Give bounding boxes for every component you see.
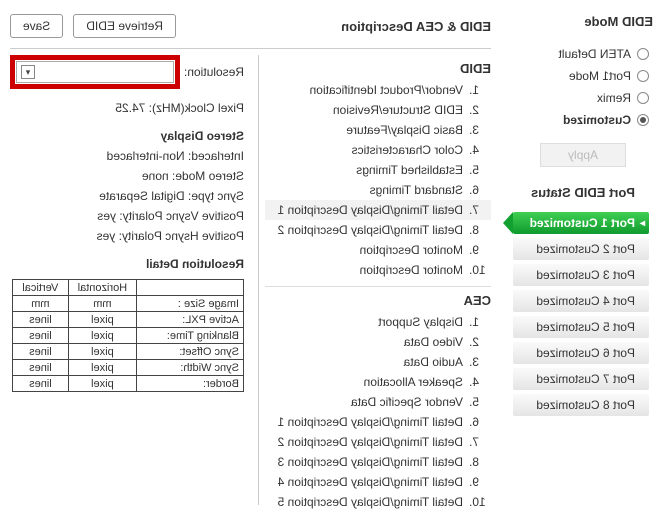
- table-row: Active PXL: pixel lines: [12, 312, 243, 328]
- cea-item[interactable]: 10.Detail Timing/Display Description 5: [265, 492, 491, 511]
- edid-item-label: Standard Timings: [370, 183, 463, 197]
- table-row: Sync Width: pixel lines: [12, 360, 243, 376]
- cea-item[interactable]: 8.Detail Timing/Display Description 3: [265, 452, 491, 472]
- radio-icon: [637, 92, 649, 104]
- edid-category-header: EDID: [265, 61, 491, 76]
- radio-customized[interactable]: Customized: [513, 109, 653, 131]
- radio-label: Remix: [597, 91, 631, 105]
- cea-item-label: Detail Timing/Display Description 4: [278, 475, 463, 489]
- edid-mode-header: EDID Mode: [513, 14, 653, 29]
- edid-item[interactable]: 4.Color Characteristics: [265, 140, 491, 160]
- edid-item-label: Established Timings: [356, 163, 463, 177]
- edid-item-label: Detail Timing/Display Description 1: [278, 203, 463, 217]
- edid-item-label: Basic Display/Feature: [346, 123, 463, 137]
- description-list-panel[interactable]: EDID 1.Vendor/Product Identification 2.E…: [259, 49, 491, 511]
- cea-item[interactable]: 1.Display Support: [265, 312, 491, 332]
- stereo-display-header: Stereo Display: [12, 129, 244, 143]
- edid-item[interactable]: 8.Detail Timing/Display Description 2: [265, 220, 491, 240]
- port-list: Port 1 Customized Port 2 Customized Port…: [513, 212, 653, 416]
- table-row: Blanking Time: pixel lines: [12, 328, 243, 344]
- edid-item-label: Monitor Description: [360, 243, 463, 257]
- edid-item-selected[interactable]: 7.Detail Timing/Display Description 1: [265, 200, 491, 220]
- divider: [265, 286, 491, 287]
- table-row: Border: pixel lines: [12, 376, 243, 392]
- port-item-5[interactable]: Port 5 Customized: [513, 316, 649, 338]
- edid-cea-description-header: EDID & CEA Description: [341, 19, 491, 34]
- cea-item[interactable]: 5.Vendor Specific Data: [265, 392, 491, 412]
- cea-item-label: Vendor Specific Data: [351, 395, 463, 409]
- table-row: Image Size : mm mm: [12, 296, 243, 312]
- cea-item-label: Detail Timing/Display Description 2: [278, 435, 463, 449]
- edid-item[interactable]: 5.Established Timings: [265, 160, 491, 180]
- save-button[interactable]: Save: [10, 14, 63, 38]
- table-row: Sync Offset: pixel lines: [12, 344, 243, 360]
- port-item-7[interactable]: Port 7 Customized: [513, 368, 649, 390]
- edid-item-label: EDID Structure/Revision: [333, 103, 463, 117]
- port-item-1[interactable]: Port 1 Customized: [513, 212, 649, 234]
- th-horizontal: Horizontal: [68, 280, 136, 296]
- stereo-line: Interlaced: Non-interlaced: [12, 149, 244, 163]
- radio-port1-mode[interactable]: Port1 Mode: [513, 65, 653, 87]
- radio-icon: [637, 70, 649, 82]
- cea-item-label: Video Data: [404, 335, 463, 349]
- radio-icon: [637, 114, 649, 126]
- cea-item-label: Detail Timing/Display Description 5: [278, 495, 463, 509]
- edid-item[interactable]: 3.Basic Display/Feature: [265, 120, 491, 140]
- cea-item-label: Detail Timing/Display Description 1: [278, 415, 463, 429]
- cea-item[interactable]: 3.Audio Data: [265, 352, 491, 372]
- resolution-detail-table: Horizontal Vertical Image Size : mm mm A…: [12, 279, 244, 392]
- edid-item[interactable]: 9.Monitor Description: [265, 240, 491, 260]
- port-item-3[interactable]: Port 3 Customized: [513, 264, 649, 286]
- cea-item[interactable]: 4.Speaker Allocation: [265, 372, 491, 392]
- edid-item-label: Vendor/Product Identification: [310, 83, 463, 97]
- edid-item-label: Detail Timing/Display Description 2: [278, 223, 463, 237]
- resolution-label: Resolution:: [184, 65, 244, 79]
- th-blank: [136, 280, 243, 296]
- retrieve-edid-button[interactable]: Retrieve EDID: [73, 14, 176, 38]
- apply-button: Apply: [540, 143, 626, 167]
- edid-item[interactable]: 2.EDID Structure/Revision: [265, 100, 491, 120]
- radio-icon: [637, 48, 649, 60]
- cea-item[interactable]: 9.Detail Timing/Display Description 4: [265, 472, 491, 492]
- edid-item-label: Monitor Description: [360, 263, 463, 277]
- stereo-line: Sync type: Digital Separate: [12, 189, 244, 203]
- radio-label: Port1 Mode: [569, 69, 631, 83]
- edid-item[interactable]: 10.Monitor Description: [265, 260, 491, 280]
- cea-item-label: Detail Timing/Display Description 3: [278, 455, 463, 469]
- edid-item[interactable]: 6.Standard Timings: [265, 180, 491, 200]
- radio-aten-default[interactable]: ATEN Default: [513, 43, 653, 65]
- port-item-6[interactable]: Port 6 Customized: [513, 342, 649, 364]
- stereo-line: Stereo Mode: none: [12, 169, 244, 183]
- port-edid-status-header: Port EDID Status: [513, 185, 653, 200]
- cea-item-label: Speaker Allocation: [364, 375, 463, 389]
- th-vertical: Vertical: [12, 280, 68, 296]
- cea-item-label: Audio Data: [404, 355, 463, 369]
- edid-item-label: Color Characteristics: [352, 143, 463, 157]
- port-item-4[interactable]: Port 4 Customized: [513, 290, 649, 312]
- detail-panel: Resolution: ▾ Pixel Clock(MHz): 74.25 St…: [10, 49, 258, 511]
- cea-item-label: Display Support: [378, 315, 463, 329]
- resolution-detail-header: Resolution Detail: [12, 257, 244, 271]
- stereo-line: Positive Vsync Polarity: yes: [12, 209, 244, 223]
- edid-item[interactable]: 1.Vendor/Product Identification: [265, 80, 491, 100]
- cea-item[interactable]: 6.Detail Timing/Display Description 1: [265, 412, 491, 432]
- port-item-8[interactable]: Port 8 Customized: [513, 394, 649, 416]
- radio-label: Customized: [563, 113, 631, 127]
- chevron-down-icon: ▾: [21, 65, 35, 79]
- cea-category-header: CEA: [265, 293, 491, 308]
- port-item-2[interactable]: Port 2 Customized: [513, 238, 649, 260]
- resolution-select[interactable]: ▾: [16, 61, 174, 83]
- cea-item[interactable]: 7.Detail Timing/Display Description 2: [265, 432, 491, 452]
- radio-label: ATEN Default: [559, 47, 631, 61]
- cea-item[interactable]: 2.Video Data: [265, 332, 491, 352]
- radio-remix[interactable]: Remix: [513, 87, 653, 109]
- stereo-line: Positive Hsync Polarity: yes: [12, 229, 244, 243]
- pixel-clock-value: Pixel Clock(MHz): 74.25: [12, 101, 244, 115]
